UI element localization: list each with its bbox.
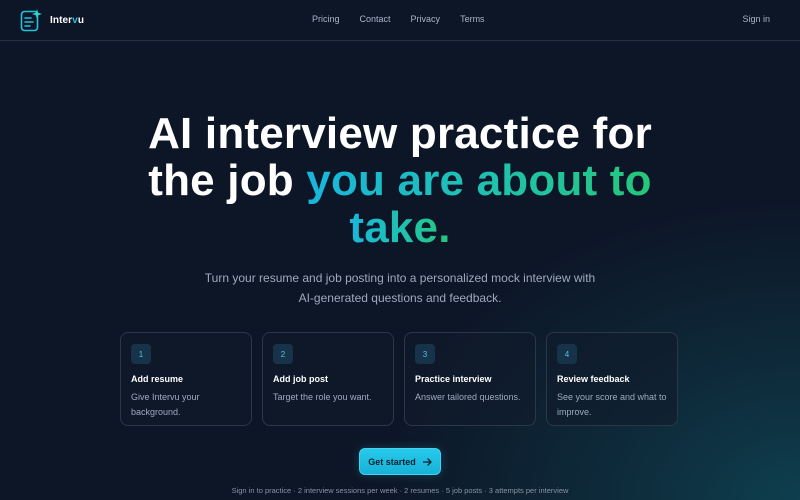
- nav-contact[interactable]: Contact: [360, 14, 391, 24]
- step-title: Practice interview: [415, 374, 492, 384]
- step-description: See your score and what to improve.: [557, 392, 667, 417]
- hero-title: AI interview practice for the job you ar…: [0, 110, 800, 251]
- steps-row: 1 Add resume Give Intervu your backgroun…: [120, 332, 680, 426]
- get-started-label: Get started: [368, 456, 416, 467]
- step-card-practice-interview: 3 Practice interview Answer tailored que…: [404, 332, 536, 426]
- hero-line-2-plain: the job: [148, 156, 307, 205]
- arrow-right-icon: [422, 457, 432, 466]
- step-number-badge: 4: [557, 344, 577, 364]
- step-card-add-resume: 1 Add resume Give Intervu your backgroun…: [120, 332, 252, 426]
- hero-line-1: AI interview practice for: [148, 109, 652, 158]
- top-bar: Intervu Pricing Contact Privacy Terms Si…: [0, 0, 800, 41]
- brand-logo[interactable]: Intervu: [20, 8, 84, 32]
- brand-name: Intervu: [50, 14, 85, 26]
- hero-subtitle: Turn your resume and job posting into a …: [204, 271, 596, 305]
- document-sparkle-icon: [20, 9, 42, 32]
- step-description: Target the role you want.: [273, 392, 372, 402]
- step-title: Add resume: [131, 374, 184, 384]
- plan-limits-note: Sign in to practice · 2 interview sessio…: [231, 486, 569, 495]
- nav-privacy[interactable]: Privacy: [411, 14, 441, 24]
- step-card-review-feedback: 4 Review feedback See your score and wha…: [546, 332, 678, 426]
- get-started-button[interactable]: Get started: [359, 448, 441, 475]
- step-number-badge: 3: [415, 344, 435, 364]
- step-title: Add job post: [273, 374, 328, 384]
- hero-line-3-accent: take.: [349, 203, 451, 252]
- main-nav: Pricing Contact Privacy Terms: [312, 14, 505, 24]
- step-description: Give Intervu your background.: [131, 392, 200, 417]
- nav-pricing[interactable]: Pricing: [312, 14, 340, 24]
- step-number-badge: 2: [273, 344, 293, 364]
- hero-line-2-accent: you are about to: [306, 156, 652, 205]
- step-description: Answer tailored questions.: [415, 392, 521, 402]
- nav-terms[interactable]: Terms: [460, 14, 485, 24]
- step-title: Review feedback: [557, 374, 630, 384]
- step-card-add-job-post: 2 Add job post Target the role you want.: [262, 332, 394, 426]
- step-number-badge: 1: [131, 344, 151, 364]
- sign-in-link[interactable]: Sign in: [742, 14, 770, 24]
